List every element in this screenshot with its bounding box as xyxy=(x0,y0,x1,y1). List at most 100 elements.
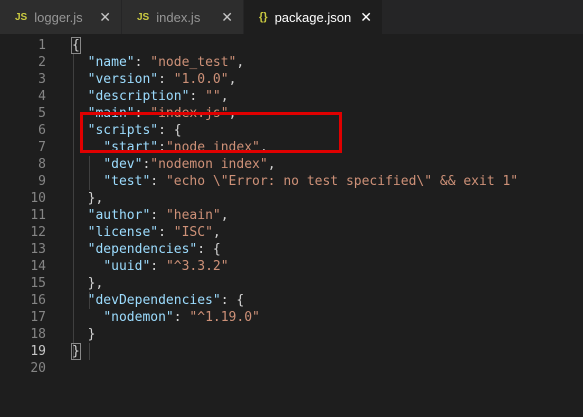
tab-logger-js[interactable]: JS logger.js ✕ xyxy=(0,0,122,34)
json-punctuation: : xyxy=(189,89,206,104)
line-number-gutter: 1 2 3 4 5 6 7 8 9 10 11 12 13 14 15 16 17 18 19 20 xyxy=(0,34,55,417)
json-punctuation xyxy=(72,293,88,308)
code-line[interactable]: "description": "", xyxy=(72,88,229,105)
json-punctuation: } xyxy=(72,327,96,342)
json-file-icon: {} xyxy=(259,11,268,23)
code-line[interactable]: "uuid": "^3.3.2" xyxy=(72,258,228,275)
json-key: "uuid" xyxy=(103,259,151,274)
json-punctuation xyxy=(72,174,103,189)
line-number: 18 xyxy=(30,327,46,342)
json-punctuation xyxy=(72,72,88,87)
json-punctuation: : xyxy=(150,259,166,274)
line-number: 14 xyxy=(30,259,46,274)
tab-label: logger.js xyxy=(34,9,83,25)
json-punctuation xyxy=(72,310,103,325)
line-number: 4 xyxy=(38,89,46,104)
json-punctuation: : xyxy=(150,174,166,189)
close-tab-icon[interactable]: ✕ xyxy=(221,8,233,26)
json-key: "description" xyxy=(87,89,190,104)
line-number: 5 xyxy=(38,106,46,121)
line-number: 17 xyxy=(30,310,46,325)
line-number: 11 xyxy=(30,208,46,223)
code-line[interactable]: { xyxy=(72,37,80,54)
json-key: "name" xyxy=(87,55,135,70)
code-editor[interactable]: 1 2 3 4 5 6 7 8 9 10 11 12 13 14 15 16 17 18 19 20 { "name"… xyxy=(0,34,583,417)
tab-label: index.js xyxy=(156,9,201,25)
line-number: 10 xyxy=(30,191,46,206)
javascript-file-icon: JS xyxy=(137,11,150,23)
line-number: 7 xyxy=(38,140,46,155)
annotation-highlight-box xyxy=(80,112,342,153)
tab-index-js[interactable]: JS index.js ✕ xyxy=(122,0,244,34)
json-punctuation: : xyxy=(134,55,151,70)
editor-tab-bar: JS logger.js ✕ JS index.js ✕ {} package.… xyxy=(0,0,583,34)
close-tab-icon[interactable]: ✕ xyxy=(99,8,111,26)
json-key: "dev" xyxy=(103,157,143,172)
json-punctuation: { xyxy=(72,38,80,53)
code-line[interactable]: "devDependencies": { xyxy=(72,292,245,309)
json-punctuation: , xyxy=(228,72,237,87)
json-key: "author" xyxy=(87,208,151,223)
code-line[interactable]: "name": "node_test", xyxy=(72,54,245,71)
json-punctuation: : xyxy=(150,208,166,223)
code-line[interactable]: }, xyxy=(72,190,104,207)
json-punctuation: , xyxy=(236,55,245,70)
json-string: "^1.19.0" xyxy=(189,310,260,325)
json-punctuation: : { xyxy=(220,293,245,308)
json-string: "heain" xyxy=(165,208,221,223)
json-punctuation: : xyxy=(158,72,174,87)
code-line[interactable]: }, xyxy=(72,275,104,292)
code-line[interactable]: } xyxy=(72,343,80,360)
json-punctuation xyxy=(72,208,88,223)
json-punctuation: }, xyxy=(72,276,104,291)
line-number: 12 xyxy=(30,225,46,240)
line-number: 9 xyxy=(38,174,46,189)
json-key: "version" xyxy=(87,72,159,87)
code-line[interactable]: "license": "ISC", xyxy=(72,224,221,241)
json-string: "echo \"Error: no test specified\" && ex… xyxy=(165,174,519,189)
json-punctuation: : xyxy=(158,225,174,240)
json-punctuation: , xyxy=(267,157,276,172)
json-punctuation: , xyxy=(220,89,229,104)
line-number: 1 xyxy=(38,38,46,53)
json-punctuation: } xyxy=(72,344,80,359)
json-punctuation: }, xyxy=(72,191,104,206)
line-number: 8 xyxy=(38,157,46,172)
code-line[interactable]: "version": "1.0.0", xyxy=(72,71,237,88)
json-key: "nodemon" xyxy=(103,310,174,325)
json-key: "dependencies" xyxy=(87,242,198,257)
json-punctuation: : { xyxy=(197,242,221,257)
tab-label: package.json xyxy=(274,9,352,25)
json-punctuation xyxy=(72,225,88,240)
json-punctuation xyxy=(72,89,88,104)
json-punctuation: , xyxy=(220,208,229,223)
tab-package-json[interactable]: {} package.json ✕ xyxy=(244,0,383,34)
line-number: 16 xyxy=(30,293,46,308)
line-number: 6 xyxy=(38,123,46,138)
code-line[interactable]: "test": "echo \"Error: no test specified… xyxy=(72,173,518,190)
code-area[interactable]: { "name": "node_test", "version": "1.0.0… xyxy=(71,34,583,417)
json-string: "" xyxy=(205,89,221,104)
line-number: 19 xyxy=(30,344,46,359)
indent-guide xyxy=(89,343,90,360)
json-key: "test" xyxy=(103,174,151,189)
json-key: "license" xyxy=(87,225,159,240)
code-line[interactable]: } xyxy=(72,326,96,343)
json-punctuation xyxy=(72,259,103,274)
line-number: 2 xyxy=(38,55,46,70)
line-number: 15 xyxy=(30,276,46,291)
code-line[interactable]: "dependencies": { xyxy=(72,241,221,258)
json-punctuation xyxy=(72,157,103,172)
json-punctuation: : xyxy=(173,310,190,325)
json-punctuation xyxy=(72,242,88,257)
json-punctuation: , xyxy=(212,225,221,240)
code-line[interactable]: "author": "heain", xyxy=(72,207,229,224)
javascript-file-icon: JS xyxy=(15,11,28,23)
close-tab-icon[interactable]: ✕ xyxy=(360,8,372,26)
code-line[interactable]: "nodemon": "^1.19.0" xyxy=(72,309,260,326)
json-string: "nodemon index" xyxy=(150,157,268,172)
json-punctuation xyxy=(72,55,88,70)
json-string: "node_test" xyxy=(150,55,237,70)
line-number: 3 xyxy=(38,72,46,87)
code-line[interactable]: "dev":"nodemon index", xyxy=(72,156,276,173)
